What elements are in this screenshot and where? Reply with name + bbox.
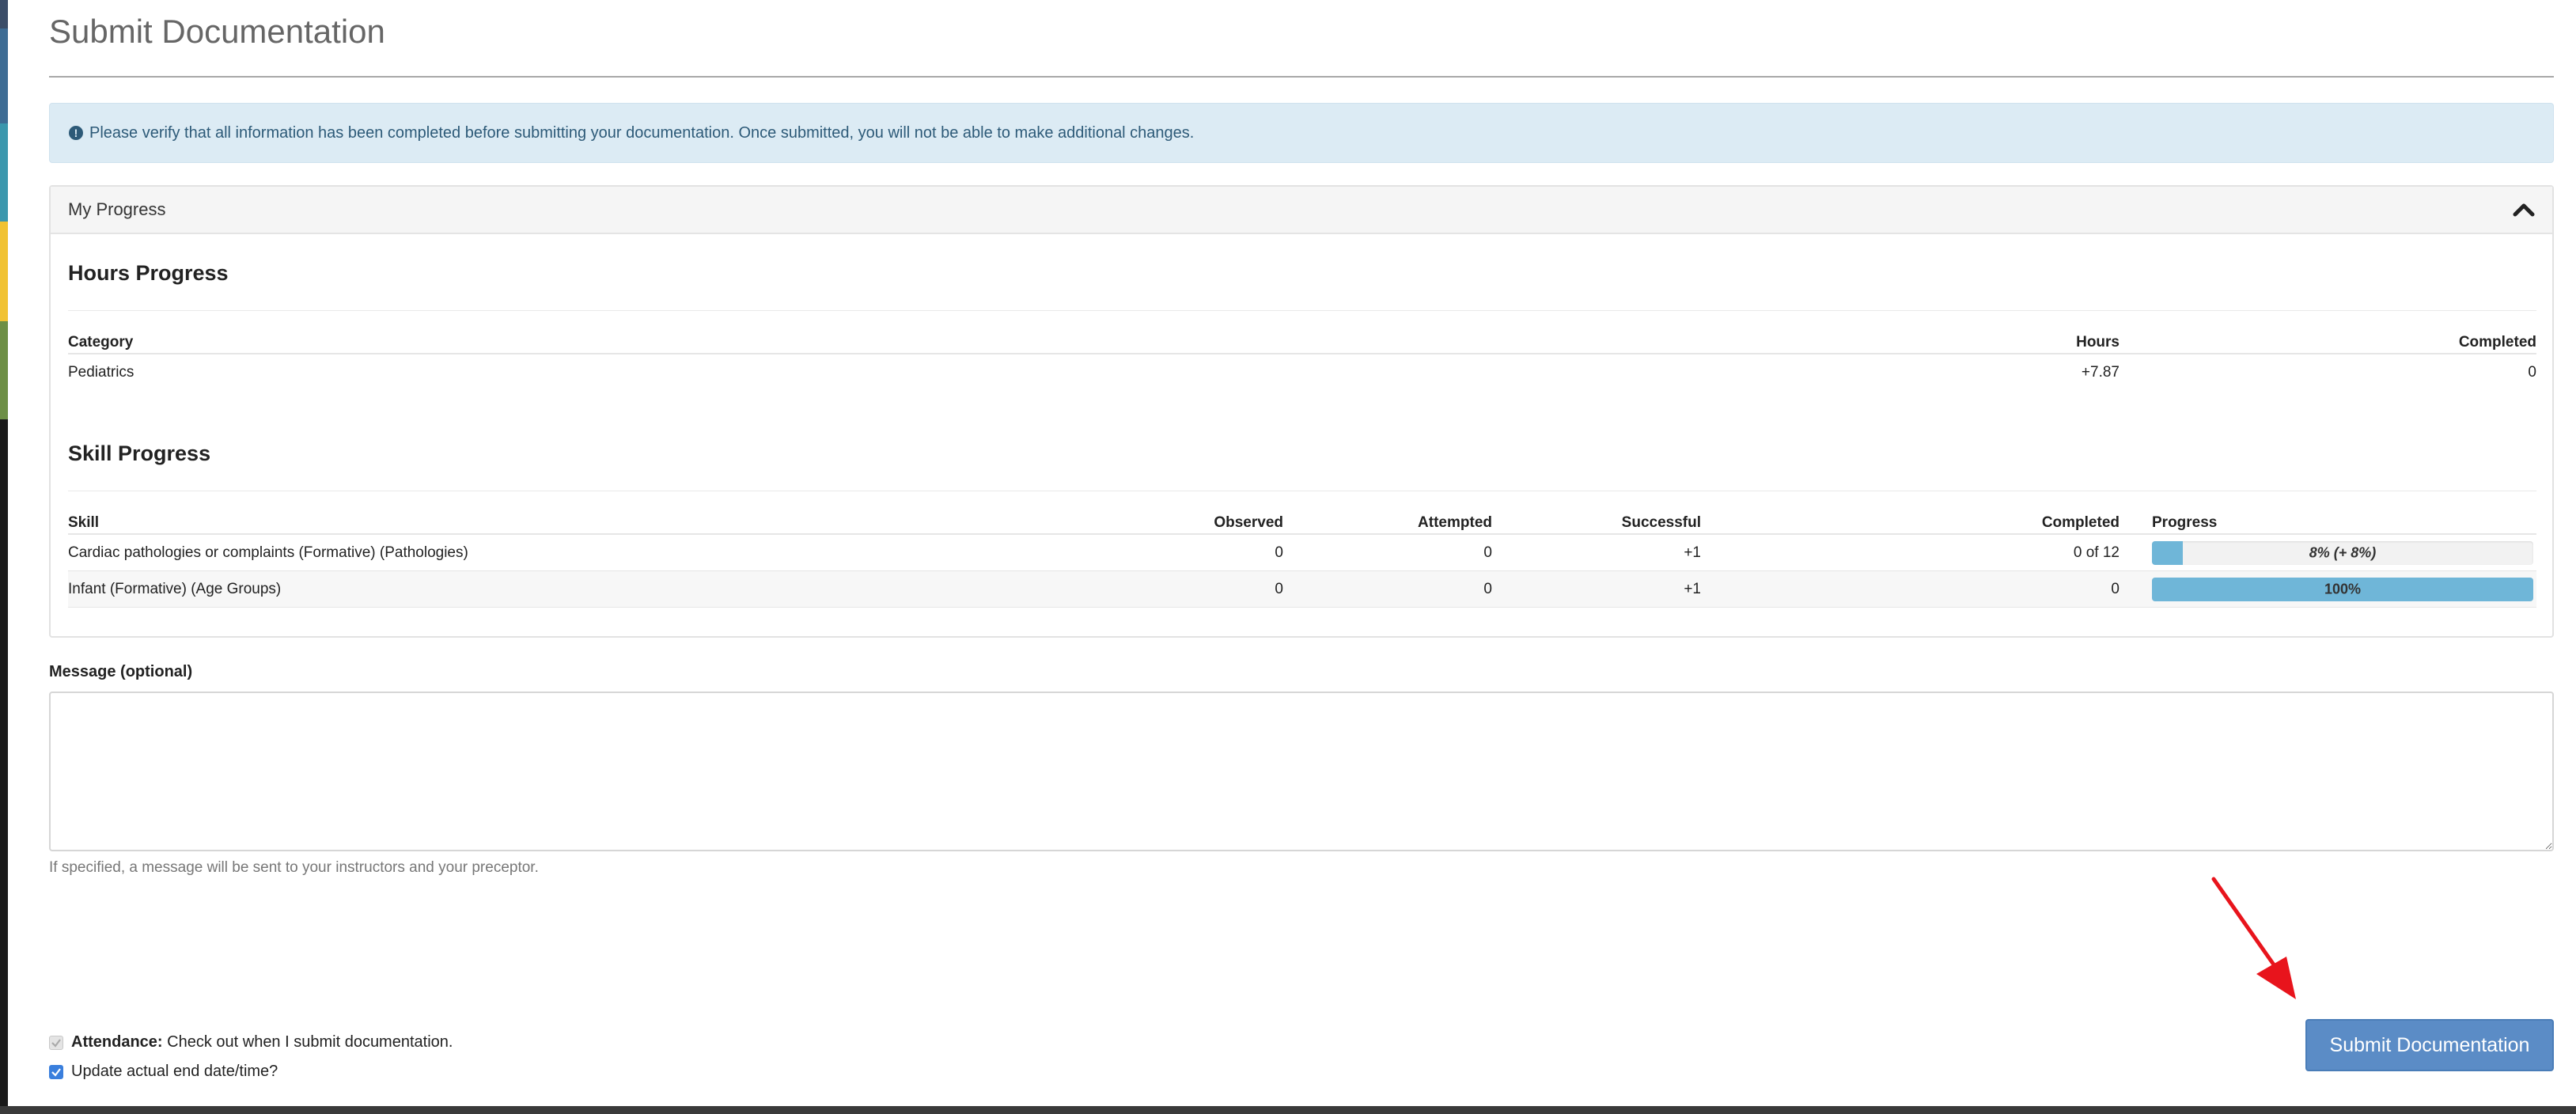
completed-cell: 0 of 12 [2073, 544, 2120, 561]
col-completed: Completed [2041, 514, 2120, 531]
category-cell: Pediatrics [68, 364, 134, 381]
update-end-option: Update actual end date/time? [49, 1063, 278, 1081]
message-label: Message (optional) [49, 663, 193, 680]
message-textarea[interactable] [49, 692, 2554, 851]
progress-label: 100% [2324, 581, 2362, 597]
message-help-text: If specified, a message will be sent to … [49, 859, 539, 876]
col-observed: Observed [1214, 514, 1283, 531]
col-completed: Completed [2458, 334, 2536, 350]
table-row: Pediatrics +7.87 0 [68, 354, 2536, 391]
col-progress: Progress [2152, 514, 2218, 531]
col-hours: Hours [2076, 334, 2120, 350]
attendance-text: Check out when I submit documentation. [167, 1033, 453, 1051]
exclamation-circle-icon: ! [69, 126, 83, 140]
annotation-arrow-icon [2211, 877, 2296, 999]
page-title: Submit Documentation [49, 13, 385, 50]
update-end-checkbox[interactable] [49, 1064, 63, 1079]
skill-cell: Infant (Formative) (Age Groups) [68, 580, 282, 597]
successful-cell: +1 [1684, 544, 1701, 561]
chevron-up-icon[interactable] [2513, 201, 2535, 218]
skill-cell: Cardiac pathologies or complaints (Forma… [68, 544, 468, 561]
progress-bar: 8% (+ 8%) [2152, 540, 2533, 565]
skills-table: Skill Observed Attempted Successful Comp… [68, 514, 2536, 608]
title-divider [49, 76, 2554, 78]
hours-table: Category Hours Completed Pediatrics +7.8… [68, 334, 2536, 391]
attempted-cell: 0 [1483, 580, 1492, 597]
skill-progress-title: Skill Progress [68, 441, 211, 465]
bottom-edge [0, 1106, 2576, 1114]
table-row: Infant (Formative) (Age Groups) 0 0 +1 0… [68, 571, 2536, 608]
completed-cell: 0 [2111, 580, 2120, 597]
attendance-label: Attendance: [71, 1033, 163, 1051]
attempted-cell: 0 [1483, 544, 1492, 561]
attendance-option: Attendance: Check out when I submit docu… [49, 1033, 453, 1051]
col-successful: Successful [1621, 514, 1701, 531]
info-alert: ! Please verify that all information has… [49, 103, 2554, 163]
completed-cell: 0 [2528, 364, 2536, 381]
successful-cell: +1 [1684, 580, 1701, 597]
skills-table-header: Skill Observed Attempted Successful Comp… [68, 514, 2536, 535]
alert-text: Please verify that all information has b… [89, 123, 1195, 142]
hours-table-header: Category Hours Completed [68, 334, 2536, 354]
col-attempted: Attempted [1418, 514, 1492, 531]
hours-cell: +7.87 [2081, 364, 2120, 381]
col-category: Category [68, 334, 134, 350]
submit-documentation-button[interactable]: Submit Documentation [2305, 1019, 2554, 1071]
col-skill: Skill [68, 514, 100, 531]
observed-cell: 0 [1275, 580, 1283, 597]
progress-panel-title: My Progress [68, 199, 166, 219]
observed-cell: 0 [1275, 544, 1283, 561]
update-end-label: Update actual end date/time? [71, 1063, 278, 1080]
hours-divider [68, 310, 2536, 311]
progress-bar: 100% [2152, 577, 2533, 601]
table-row: Cardiac pathologies or complaints (Forma… [68, 535, 2536, 571]
progress-panel: My Progress Hours Progress Category Hour… [49, 185, 2554, 638]
progress-label: 8% (+ 8%) [2309, 544, 2377, 560]
hours-progress-title: Hours Progress [68, 261, 229, 285]
sidebar-edge [0, 0, 8, 1106]
progress-panel-header[interactable]: My Progress [51, 187, 2552, 234]
attendance-checkbox[interactable] [49, 1035, 63, 1050]
